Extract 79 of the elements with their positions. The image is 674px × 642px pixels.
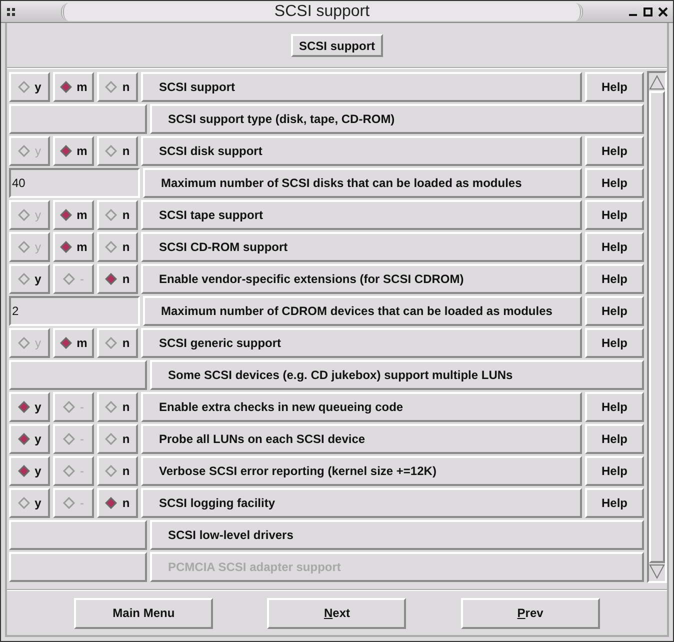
- radio-diamond-icon[interactable]: [60, 241, 72, 253]
- radio-option[interactable]: n: [97, 328, 138, 358]
- nav-button[interactable]: Prev: [460, 598, 600, 628]
- option-label: SCSI tape support: [141, 200, 582, 230]
- help-button[interactable]: Help: [585, 136, 644, 166]
- radio-option[interactable]: y: [9, 488, 50, 518]
- help-button[interactable]: Help: [585, 264, 644, 294]
- radio-diamond-icon[interactable]: [18, 497, 30, 509]
- radio-option[interactable]: n: [97, 264, 138, 294]
- radio-diamond-icon[interactable]: [60, 81, 72, 93]
- help-button[interactable]: Help: [585, 168, 644, 198]
- help-button[interactable]: Help: [585, 328, 644, 358]
- radio-diamond-icon[interactable]: [105, 273, 118, 285]
- radio-option[interactable]: n: [97, 232, 138, 262]
- help-button[interactable]: Help: [585, 456, 644, 486]
- radio-diamond-icon[interactable]: [105, 209, 118, 221]
- help-button[interactable]: Help: [585, 488, 644, 518]
- radio-diamond-icon[interactable]: [105, 497, 118, 509]
- radio-diamond-icon[interactable]: [18, 433, 30, 445]
- section-button[interactable]: SCSI support: [290, 34, 383, 56]
- radio-option[interactable]: y: [9, 424, 50, 454]
- help-button[interactable]: Help: [585, 200, 644, 230]
- radio-diamond-icon[interactable]: [105, 433, 118, 445]
- option-label: Probe all LUNs on each SCSI device: [141, 424, 582, 454]
- radio-option[interactable]: y: [9, 456, 50, 486]
- comment-label: Some SCSI devices (e.g. CD jukebox) support multiple LUNs: [150, 360, 644, 390]
- radio-option[interactable]: m: [53, 328, 94, 358]
- radio-diamond-icon[interactable]: [18, 273, 30, 285]
- menu-icon[interactable]: [5, 6, 17, 18]
- radio-diamond-icon[interactable]: [105, 465, 118, 477]
- radio-diamond-icon[interactable]: [18, 81, 30, 93]
- radio-option[interactable]: n: [97, 200, 138, 230]
- help-button[interactable]: Help: [585, 392, 644, 422]
- option-label: Maximum number of CDROM devices that can be loaded as modules: [143, 296, 582, 326]
- radio-option[interactable]: n: [97, 392, 138, 422]
- radio-option[interactable]: n: [97, 456, 138, 486]
- radio-diamond-icon[interactable]: [60, 145, 72, 157]
- radio-option[interactable]: m: [53, 200, 94, 230]
- help-button[interactable]: Help: [585, 232, 644, 262]
- radio-option[interactable]: n: [97, 488, 138, 518]
- radio-diamond-icon[interactable]: [105, 241, 118, 253]
- radio-diamond-icon[interactable]: [60, 209, 72, 221]
- close-icon[interactable]: [657, 6, 669, 18]
- radio-option[interactable]: y: [9, 72, 50, 102]
- submenu-button[interactable]: SCSI low-level drivers: [150, 520, 644, 550]
- option-label: SCSI support: [141, 72, 582, 102]
- option-label: SCSI disk support: [141, 136, 582, 166]
- nav-button[interactable]: Main Menu: [74, 598, 214, 628]
- maximize-icon[interactable]: [642, 6, 654, 18]
- radio-option[interactable]: y: [9, 392, 50, 422]
- option-label: SCSI generic support: [141, 328, 582, 358]
- radio-diamond-icon[interactable]: [105, 401, 118, 413]
- radio-diamond-icon[interactable]: [105, 81, 118, 93]
- number-field[interactable]: 40: [9, 168, 140, 198]
- help-button[interactable]: Help: [585, 296, 644, 326]
- nav-button[interactable]: Next: [267, 598, 406, 628]
- comment-label: SCSI support type (disk, tape, CD-ROM): [150, 104, 644, 134]
- radio-option[interactable]: y: [9, 264, 50, 294]
- help-button[interactable]: Help: [585, 72, 644, 102]
- radio-option[interactable]: m: [53, 72, 94, 102]
- option-label: SCSI CD-ROM support: [141, 232, 582, 262]
- radio-diamond-icon[interactable]: [18, 401, 30, 413]
- radio-option[interactable]: n: [97, 72, 138, 102]
- radio-option[interactable]: n: [97, 424, 138, 454]
- radio-option[interactable]: m: [53, 136, 94, 166]
- radio-diamond-icon[interactable]: [60, 337, 72, 349]
- number-field[interactable]: 2: [9, 296, 140, 326]
- option-label: Enable vendor-specific extensions (for SCSI CDROM): [141, 264, 582, 294]
- radio-diamond-icon[interactable]: [105, 337, 118, 349]
- radio-diamond-icon[interactable]: [105, 145, 118, 157]
- window-title: SCSI support: [274, 2, 370, 20]
- radio-option[interactable]: n: [97, 136, 138, 166]
- option-label: Enable extra checks in new queueing code: [141, 392, 582, 422]
- help-button[interactable]: Help: [585, 424, 644, 454]
- option-label: Verbose SCSI error reporting (kernel size +=12K): [141, 456, 582, 486]
- option-label: Maximum number of SCSI disks that can be loaded as modules: [143, 168, 582, 198]
- radio-option[interactable]: m: [53, 232, 94, 262]
- radio-diamond-icon[interactable]: [18, 465, 30, 477]
- option-label: SCSI logging facility: [141, 488, 582, 518]
